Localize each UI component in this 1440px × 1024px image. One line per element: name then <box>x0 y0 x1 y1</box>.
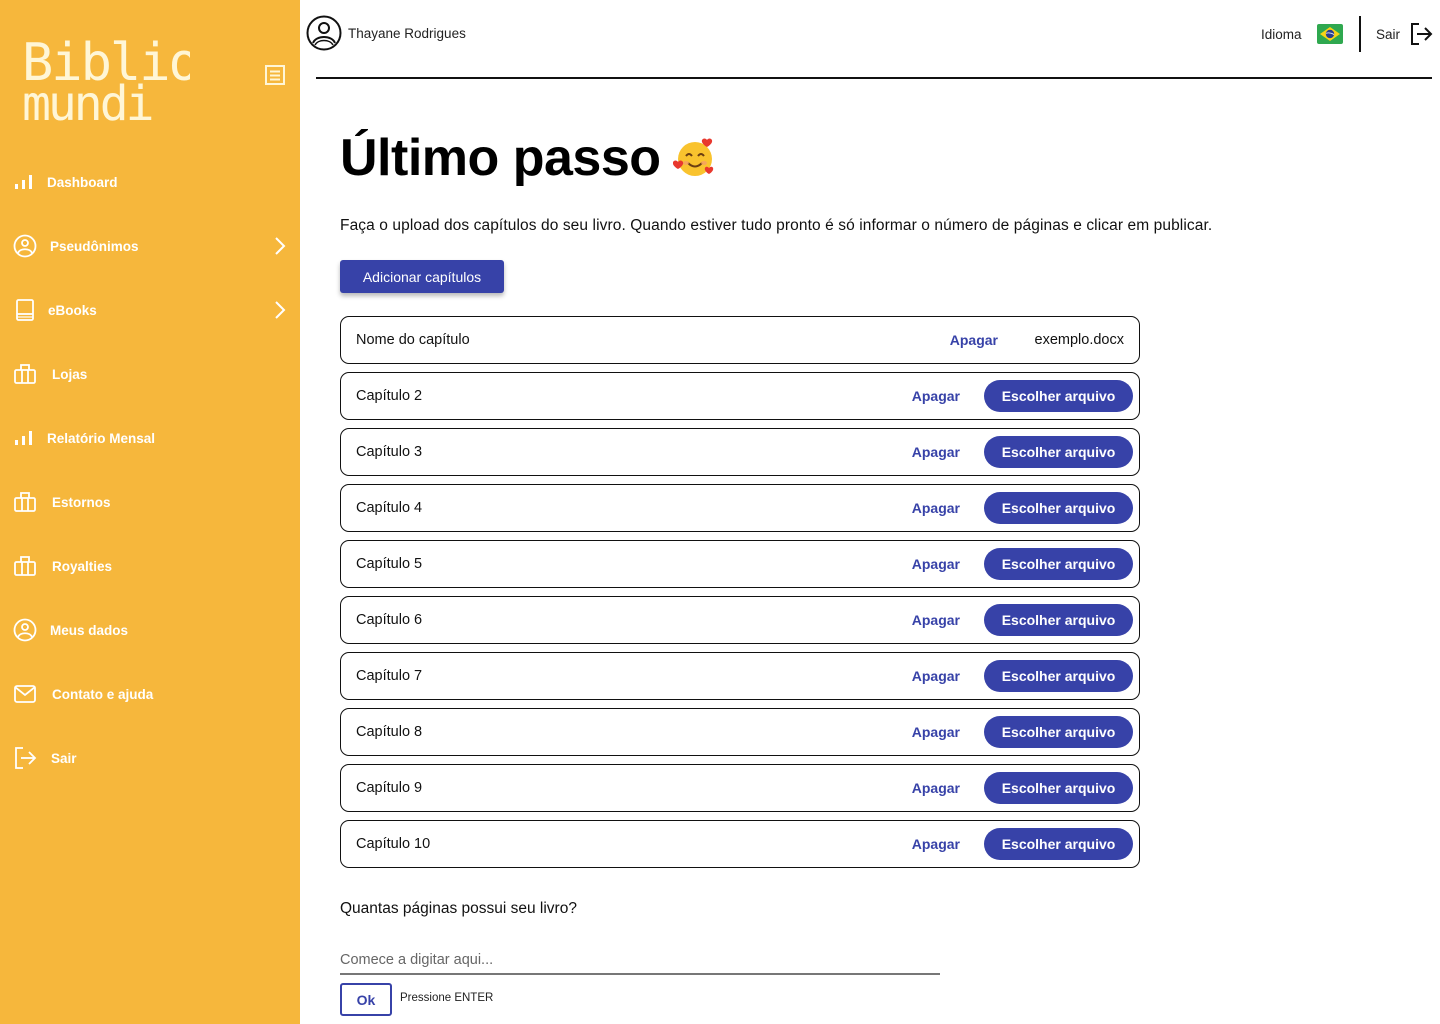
sidebar-item-label: Lojas <box>52 366 88 382</box>
sidebar-item-dashboard[interactable]: Dashboard <box>0 162 300 202</box>
chapter-row: Capítulo 3 Apagar Escolher arquivo <box>340 428 1140 476</box>
choose-file-button[interactable]: Escolher arquivo <box>984 716 1133 748</box>
choose-file-button[interactable]: Escolher arquivo <box>984 828 1133 860</box>
chapter-row: Capítulo 2 Apagar Escolher arquivo <box>340 372 1140 420</box>
page-subtitle: Faça o upload dos capítulos do seu livro… <box>340 217 1213 234</box>
chapter-row: Capítulo 6 Apagar Escolher arquivo <box>340 596 1140 644</box>
logo-line-2: mundi <box>22 76 152 124</box>
sidebar-item-meus-dados[interactable]: Meus dados <box>0 610 300 650</box>
logout-icon[interactable] <box>1408 21 1434 47</box>
chevron-right-icon[interactable] <box>270 298 290 322</box>
user-avatar-icon <box>306 15 342 51</box>
logout-icon <box>13 746 37 770</box>
chapter-name[interactable]: Capítulo 8 <box>356 724 422 740</box>
sidebar-item-contato-e-ajuda[interactable]: Contato e ajuda <box>0 674 300 714</box>
sidebar-item-label: eBooks <box>48 302 97 318</box>
user-circle-icon <box>13 234 37 258</box>
bar-chart-icon <box>13 170 37 194</box>
language-label: Idioma <box>1260 26 1302 42</box>
mail-icon <box>13 682 37 706</box>
user-name: Thayane Rodrigues <box>348 25 466 41</box>
chapter-row: Capítulo 9 Apagar Escolher arquivo <box>340 764 1140 812</box>
choose-file-button[interactable]: Escolher arquivo <box>984 604 1133 636</box>
chapter-name[interactable]: Capítulo 9 <box>356 780 422 796</box>
sidebar-item-royalties[interactable]: Royalties <box>0 546 300 586</box>
sidebar-item-label: Relatório Mensal <box>47 430 156 446</box>
chapter-name[interactable]: Capítulo 6 <box>356 612 422 628</box>
chapter-name[interactable]: Capítulo 5 <box>356 556 422 572</box>
sidebar-item-label: Meus dados <box>50 622 129 638</box>
user-profile[interactable]: Thayane Rodrigues <box>306 15 466 51</box>
delete-chapter-button[interactable]: Apagar <box>912 500 960 516</box>
header-divider-line <box>316 77 1432 79</box>
chevron-right-icon[interactable] <box>270 234 290 258</box>
user-circle-icon <box>13 618 37 642</box>
ok-button[interactable]: Ok <box>340 983 392 1016</box>
add-chapters-button[interactable]: Adicionar capítulos <box>340 260 504 293</box>
chapter-row: Nome do capítulo Apagar exemplo.docx <box>340 316 1140 364</box>
sidebar-item-label: Contato e ajuda <box>52 686 154 702</box>
delete-chapter-button[interactable]: Apagar <box>912 612 960 628</box>
chapter-row: Capítulo 5 Apagar Escolher arquivo <box>340 540 1140 588</box>
sidebar-item-sair[interactable]: Sair <box>0 738 300 778</box>
logout-link[interactable]: Sair <box>1376 27 1400 42</box>
sidebar-item-label: Estornos <box>52 494 111 510</box>
page-title: Último passo <box>340 128 717 188</box>
sidebar-item-ebooks[interactable]: eBooks <box>0 290 300 330</box>
chapter-name[interactable]: Capítulo 7 <box>356 668 422 684</box>
chapter-row: Capítulo 4 Apagar Escolher arquivo <box>340 484 1140 532</box>
sidebar-item-label: Pseudônimos <box>50 238 139 254</box>
chapter-file-name: exemplo.docx <box>1034 332 1124 348</box>
chapter-row: Capítulo 8 Apagar Escolher arquivo <box>340 708 1140 756</box>
sidebar-item-pseudonimos[interactable]: Pseudônimos <box>0 226 300 266</box>
header-divider <box>1359 16 1361 52</box>
choose-file-button[interactable]: Escolher arquivo <box>984 380 1133 412</box>
page-title-text: Último passo <box>340 129 661 187</box>
choose-file-button[interactable]: Escolher arquivo <box>984 548 1133 580</box>
bar-chart-icon <box>13 426 37 450</box>
bibliomundi-logo: Biblio mundi <box>22 33 190 124</box>
sidebar-item-lojas[interactable]: Lojas <box>0 354 300 394</box>
pages-question-label: Quantas páginas possui seu livro? <box>340 900 577 917</box>
book-icon <box>13 298 37 322</box>
chapter-name[interactable]: Nome do capítulo <box>356 332 470 348</box>
store-icon <box>13 362 37 386</box>
sidebar-item-label: Dashboard <box>47 174 118 190</box>
choose-file-button[interactable]: Escolher arquivo <box>984 492 1133 524</box>
delete-chapter-button[interactable]: Apagar <box>950 332 998 348</box>
choose-file-button[interactable]: Escolher arquivo <box>984 772 1133 804</box>
delete-chapter-button[interactable]: Apagar <box>912 724 960 740</box>
menu-toggle-icon[interactable] <box>264 64 286 86</box>
sidebar-item-label: Sair <box>51 750 77 766</box>
smiling-face-with-hearts-icon <box>672 138 713 176</box>
pages-count-input[interactable] <box>340 946 940 975</box>
chapter-name[interactable]: Capítulo 10 <box>356 836 430 852</box>
header-actions: Idioma Sair <box>1261 14 1434 54</box>
delete-chapter-button[interactable]: Apagar <box>912 556 960 572</box>
sidebar: Biblio mundi Dashboard Pseudônimos eBooks L… <box>0 0 300 1024</box>
enter-hint: Pressione ENTER <box>400 992 494 1004</box>
delete-chapter-button[interactable]: Apagar <box>912 388 960 404</box>
brazil-flag-icon[interactable] <box>1317 24 1344 44</box>
delete-chapter-button[interactable]: Apagar <box>912 780 960 796</box>
chapter-name[interactable]: Capítulo 4 <box>356 500 422 516</box>
chapter-row: Capítulo 10 Apagar Escolher arquivo <box>340 820 1140 868</box>
choose-file-button[interactable]: Escolher arquivo <box>984 660 1133 692</box>
sidebar-item-label: Royalties <box>52 558 113 574</box>
choose-file-button[interactable]: Escolher arquivo <box>984 436 1133 468</box>
chapter-name[interactable]: Capítulo 3 <box>356 444 422 460</box>
delete-chapter-button[interactable]: Apagar <box>912 836 960 852</box>
sidebar-item-relatorio-mensal[interactable]: Relatório Mensal <box>0 418 300 458</box>
delete-chapter-button[interactable]: Apagar <box>912 668 960 684</box>
store-icon <box>13 554 37 578</box>
chapter-name[interactable]: Capítulo 2 <box>356 388 422 404</box>
delete-chapter-button[interactable]: Apagar <box>912 444 960 460</box>
chapter-row: Capítulo 7 Apagar Escolher arquivo <box>340 652 1140 700</box>
sidebar-item-estornos[interactable]: Estornos <box>0 482 300 522</box>
store-icon <box>13 490 37 514</box>
